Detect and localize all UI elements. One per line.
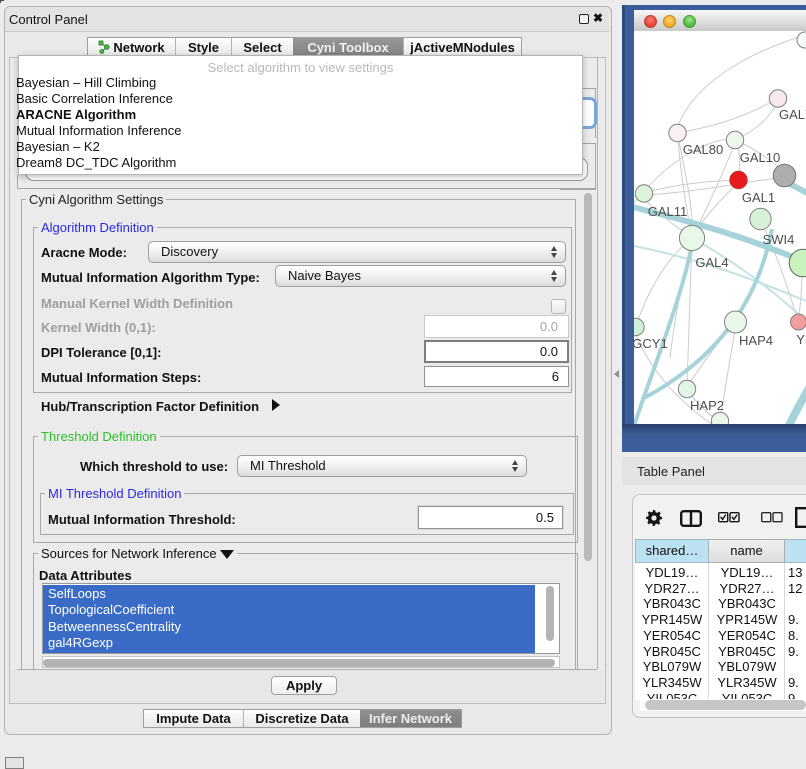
- svg-text:GAL4: GAL4: [695, 255, 728, 270]
- svg-text:SWI4: SWI4: [763, 232, 795, 247]
- svg-text:HAP2: HAP2: [690, 398, 724, 413]
- svg-text:GAL1: GAL1: [742, 190, 775, 205]
- svg-text:YM: YM: [796, 332, 806, 347]
- svg-text:GAL7: GAL7: [779, 107, 806, 122]
- svg-text:GAL80: GAL80: [683, 142, 723, 157]
- svg-text:GAL10: GAL10: [740, 150, 780, 165]
- svg-text:GAL11: GAL11: [648, 204, 688, 219]
- svg-text:HAP4: HAP4: [739, 333, 773, 348]
- svg-text:GCY1: GCY1: [634, 336, 668, 351]
